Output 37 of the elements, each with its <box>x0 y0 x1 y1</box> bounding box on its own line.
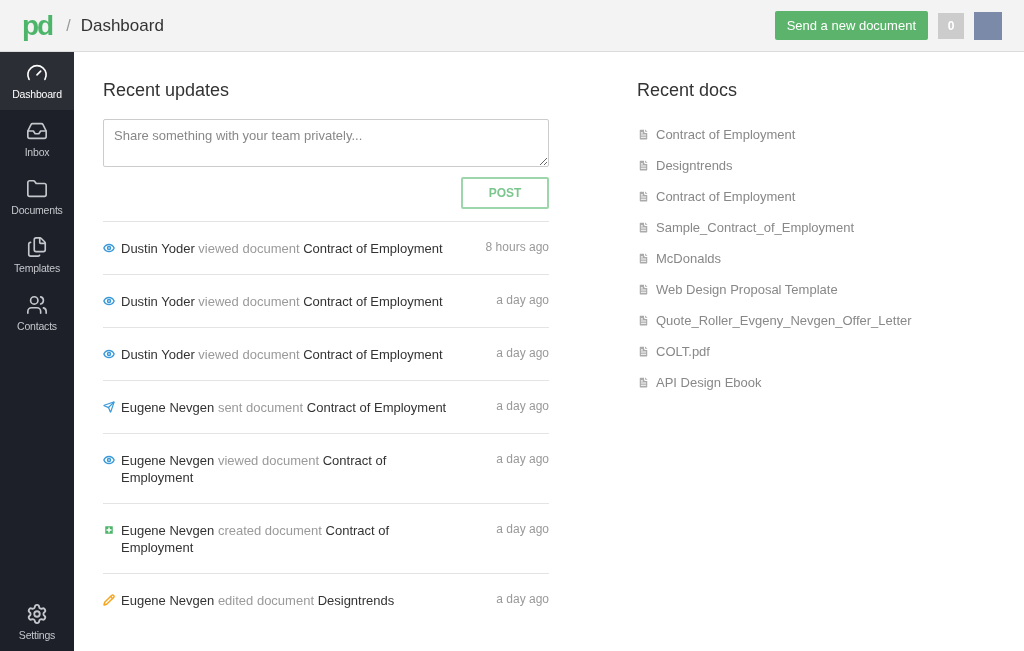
timestamp: a day ago <box>496 399 549 413</box>
document-link[interactable]: Designtrends <box>656 158 733 173</box>
section-title: Recent docs <box>637 80 739 101</box>
document-link[interactable]: Sample_Contract_of_Employment <box>656 220 854 235</box>
sidebar-item[interactable]: Templates <box>0 226 74 284</box>
timestamp: a day ago <box>496 592 549 606</box>
update-text: Dustin Yoder viewed document Contract of Employment <box>121 293 444 310</box>
send-document-button[interactable]: Send a new document <box>774 11 928 40</box>
update-text: Dustin Yoder viewed document Contract of Employment <box>121 346 444 363</box>
breadcrumb-separator: / <box>66 16 71 35</box>
sidebar-item[interactable]: Dashboard <box>0 52 74 110</box>
update-text: Eugene Nevgen edited document Designtrends <box>121 592 396 609</box>
logo[interactable]: pd <box>22 11 53 40</box>
share-field[interactable]: Share something with your team privately... <box>103 119 549 167</box>
document-link[interactable]: Web Design Proposal Template <box>656 282 838 297</box>
document-link[interactable]: Quote_Roller_Evgeny_Nevgen_Offer_Letter <box>656 313 912 328</box>
timestamp: 8 hours ago <box>485 240 549 254</box>
document-link[interactable]: COLT.pdf <box>656 344 710 359</box>
document-link[interactable]: Contract of Employment <box>656 127 796 142</box>
sidebar-item[interactable]: Contacts <box>0 284 74 342</box>
update-text: Eugene Nevgen created document Contract of Employment <box>121 522 391 556</box>
document-link[interactable]: McDonalds <box>656 251 722 266</box>
update-text: Eugene Nevgen sent document Contract of Employment <box>121 399 448 416</box>
post-button[interactable]: POST <box>461 177 549 209</box>
document-link[interactable]: API Design Ebook <box>656 375 762 390</box>
timestamp: a day ago <box>496 293 549 307</box>
update-text: Eugene Nevgen viewed document Contract of Employment <box>121 452 388 486</box>
update-text: Dustin Yoder viewed document Contract of Employment <box>121 240 444 257</box>
sidebar-item[interactable]: Inbox <box>0 110 74 168</box>
document-link[interactable]: Contract of Employment <box>656 189 796 204</box>
page-title: Dashboard <box>80 15 165 36</box>
timestamp: a day ago <box>496 522 549 536</box>
section-title: Recent updates <box>103 80 231 101</box>
timestamp: a day ago <box>496 452 549 466</box>
sidebar-item[interactable]: Documents <box>0 168 74 226</box>
sidebar-item[interactable]: Settings <box>0 593 74 651</box>
timestamp: a day ago <box>496 346 549 360</box>
